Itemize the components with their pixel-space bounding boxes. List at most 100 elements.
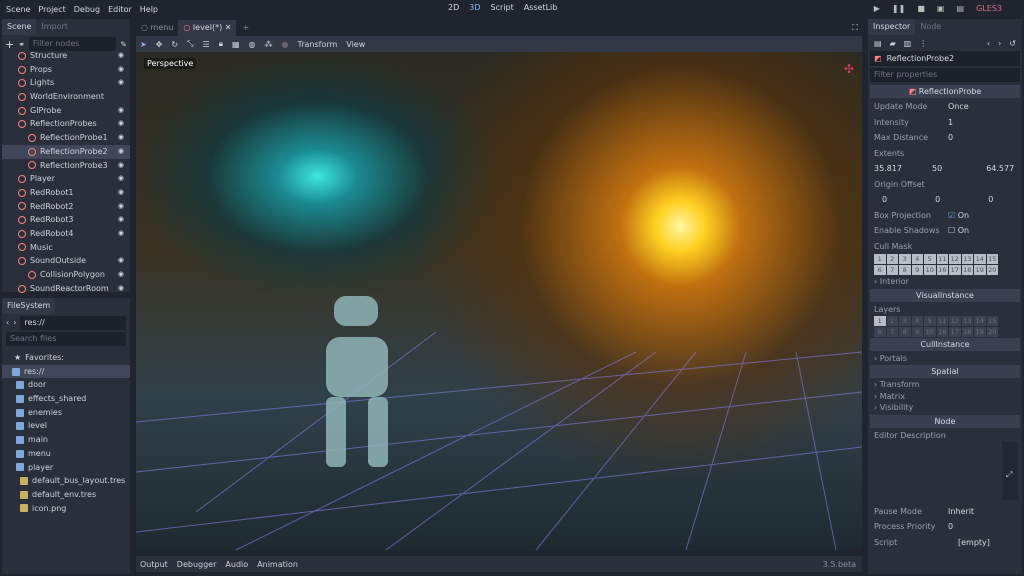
stop-icon[interactable]: ■ <box>917 4 925 13</box>
folder-item[interactable]: level <box>2 419 130 433</box>
history-forward-icon[interactable]: › <box>998 39 1001 48</box>
scale-tool-icon[interactable]: ⤡ <box>187 39 193 49</box>
scene-node[interactable]: Structure ◉ <box>2 49 130 63</box>
layer-bit[interactable]: 18 <box>961 327 973 337</box>
snap-icon[interactable]: ⁂ <box>265 40 273 49</box>
lock-icon[interactable]: 🔒︎ <box>219 39 223 49</box>
layer-bit[interactable]: 4 <box>911 316 923 326</box>
folder-item[interactable]: main <box>2 433 130 447</box>
visibility-eye-icon[interactable]: ◉ <box>118 63 124 77</box>
scene-node[interactable]: CollisionPolygon ◉ <box>2 268 130 282</box>
portals-section[interactable]: Portals <box>880 354 907 363</box>
scene-node[interactable]: GIProbe ◉ <box>2 104 130 118</box>
tab-inspector[interactable]: Inspector <box>868 19 916 35</box>
layer-bit[interactable]: 6 <box>874 265 886 275</box>
local-space-icon[interactable]: ◍ <box>249 40 256 49</box>
visibility-eye-icon[interactable]: ◉ <box>118 145 124 159</box>
play-custom-icon[interactable]: ▤ <box>956 4 964 13</box>
mode-assetlib-button[interactable]: AssetLib <box>524 3 558 12</box>
file-item[interactable]: default_env.tres <box>2 488 130 502</box>
pause-icon[interactable]: ❚❚ <box>892 4 905 13</box>
transform-menu[interactable]: Transform <box>297 40 337 49</box>
scene-node[interactable]: ReflectionProbe2 ◉ <box>2 144 130 159</box>
layer-bit[interactable]: 8 <box>899 327 911 337</box>
layer-bit[interactable]: 11 <box>936 254 948 264</box>
scene-node[interactable]: Music <box>2 241 130 255</box>
search-files-input[interactable]: Search files <box>6 332 126 346</box>
visibility-eye-icon[interactable]: ◉ <box>118 268 124 282</box>
distraction-free-icon[interactable]: ⛶ <box>852 23 858 33</box>
scene-node[interactable]: ReflectionProbes ◉ <box>2 117 130 131</box>
view-gizmo-icon[interactable]: ✣ <box>844 62 854 76</box>
more-icon[interactable]: ⋮ <box>919 39 927 48</box>
expand-icon[interactable]: ⤢ <box>1006 470 1012 480</box>
editor-description-textarea[interactable]: ⤢ <box>1002 441 1018 500</box>
origin-x-field[interactable]: 0 <box>882 195 887 204</box>
file-item[interactable]: default_bus_layout.tres <box>2 474 130 488</box>
open-folder-icon[interactable]: ▰ <box>890 39 896 48</box>
cull-mask-grid[interactable]: 1 2 3 4 5 11 12 13 14 15 6 7 8 9 10 16 17 18 19 20 <box>874 254 998 275</box>
layer-bit[interactable]: 10 <box>924 265 936 275</box>
layer-bit[interactable]: 4 <box>911 254 923 264</box>
layer-bit[interactable]: 9 <box>911 265 923 275</box>
layer-bit[interactable]: 20 <box>986 265 998 275</box>
filter-properties-input[interactable]: Filter properties <box>870 68 1020 82</box>
history-icon[interactable]: ↺ <box>1009 39 1016 48</box>
layer-bit[interactable]: 1 <box>874 316 886 326</box>
folder-item[interactable]: enemies <box>2 406 130 420</box>
tab-animation[interactable]: Animation <box>257 560 298 569</box>
layer-bit[interactable]: 14 <box>974 254 986 264</box>
layer-bit[interactable]: 17 <box>949 327 961 337</box>
link-icon[interactable]: ⚭ <box>18 40 25 49</box>
box-projection-checkbox[interactable]: ☑ On <box>948 211 969 220</box>
scene-node[interactable]: ReflectionProbe3 ◉ <box>2 159 130 173</box>
visibility-section[interactable]: Visibility <box>880 403 914 412</box>
scene-node[interactable]: ReflectionProbe1 ◉ <box>2 131 130 145</box>
menu-project[interactable]: Project <box>38 5 65 14</box>
select-tool-icon[interactable]: ➤ <box>140 40 147 49</box>
scene-node[interactable]: Props ◉ <box>2 63 130 77</box>
layer-bit[interactable]: 11 <box>936 316 948 326</box>
mode-3d-button[interactable]: 3D <box>469 3 480 12</box>
visibility-eye-icon[interactable]: ◉ <box>118 254 124 268</box>
tab-menu[interactable]: ○ menu <box>136 20 178 36</box>
layer-bit[interactable]: 6 <box>874 327 886 337</box>
mode-2d-button[interactable]: 2D <box>448 3 459 12</box>
scene-node[interactable]: WorldEnvironment <box>2 90 130 104</box>
move-tool-icon[interactable]: ✥ <box>156 40 163 49</box>
layer-bit[interactable]: 20 <box>986 327 998 337</box>
layer-bit[interactable]: 7 <box>886 265 898 275</box>
visibility-eye-icon[interactable]: ◉ <box>118 172 124 186</box>
layer-bit[interactable]: 1 <box>874 254 886 264</box>
interior-section[interactable]: Interior <box>880 277 909 286</box>
scene-node[interactable]: RedRobot4 ◉ <box>2 227 130 241</box>
layer-bit[interactable]: 3 <box>899 254 911 264</box>
scene-node[interactable]: SoundOutside ◉ <box>2 254 130 268</box>
play-icon[interactable]: ▶ <box>874 4 880 13</box>
script-icon[interactable]: ✎ <box>120 40 127 49</box>
visibility-eye-icon[interactable]: ◉ <box>118 76 124 90</box>
update-mode-select[interactable]: Once <box>948 102 969 111</box>
layer-bit[interactable]: 13 <box>961 316 973 326</box>
view-menu[interactable]: View <box>346 40 365 49</box>
folder-item[interactable]: effects_shared <box>2 392 130 406</box>
extents-y-field[interactable]: 50 <box>932 164 942 173</box>
new-tab-icon[interactable]: + <box>242 23 249 32</box>
tab-debugger[interactable]: Debugger <box>177 560 217 569</box>
intensity-slider[interactable]: 1 <box>948 118 953 127</box>
transform-section[interactable]: Transform <box>880 380 920 389</box>
enable-shadows-checkbox[interactable]: ☐ On <box>948 226 969 235</box>
res-root-item[interactable]: res:// <box>2 364 130 379</box>
origin-y-field[interactable]: 0 <box>935 195 940 204</box>
layer-bit[interactable]: 8 <box>899 265 911 275</box>
layer-bit[interactable]: 14 <box>974 316 986 326</box>
layer-bit[interactable]: 13 <box>961 254 973 264</box>
close-icon[interactable]: ✕ <box>225 23 232 32</box>
visibility-eye-icon[interactable]: ◉ <box>118 159 124 173</box>
layer-bit[interactable]: 5 <box>924 316 936 326</box>
tab-filesystem[interactable]: FileSystem <box>2 298 56 314</box>
folder-item[interactable]: player <box>2 461 130 475</box>
scene-node[interactable]: Player ◉ <box>2 172 130 186</box>
menu-debug[interactable]: Debug <box>74 5 100 14</box>
history-back-icon[interactable]: ‹ <box>987 39 990 48</box>
